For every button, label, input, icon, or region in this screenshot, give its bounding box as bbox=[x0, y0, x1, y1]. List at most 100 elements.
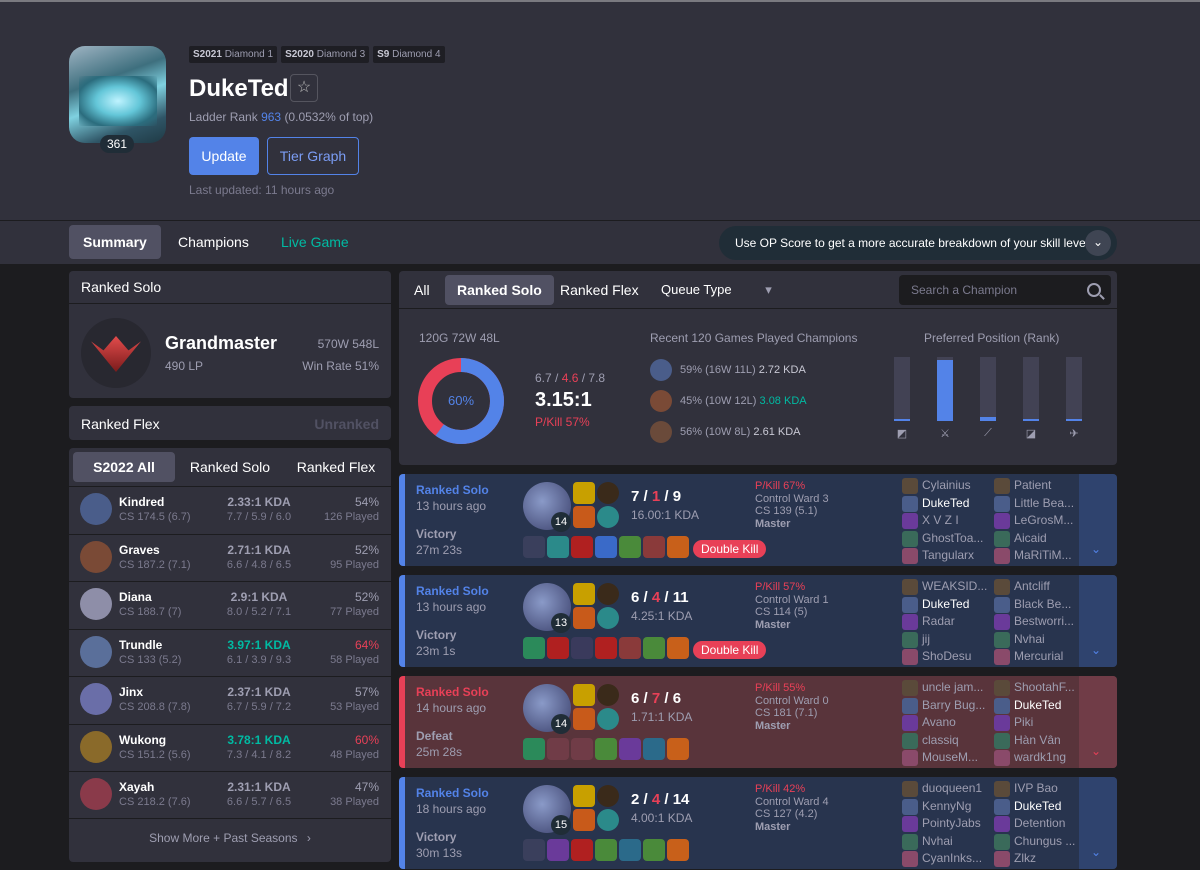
participant[interactable]: Little Bea... bbox=[994, 495, 1084, 513]
participant[interactable]: Nvhai bbox=[902, 833, 992, 851]
participant-name[interactable]: LeGrosM... bbox=[1014, 513, 1073, 527]
participant[interactable]: uncle jam... bbox=[902, 679, 992, 697]
tab-champ-ranked-solo[interactable]: Ranked Solo bbox=[181, 452, 279, 482]
participant[interactable]: Mercurial bbox=[994, 648, 1084, 666]
participant[interactable]: Cylainius bbox=[902, 477, 992, 495]
match-card[interactable]: Ranked Solo 18 hours ago Victory 30m 13s… bbox=[399, 777, 1117, 869]
match-expand-button[interactable]: ⌄ bbox=[1079, 575, 1117, 667]
participant-name[interactable]: DukeTed bbox=[922, 496, 969, 510]
match-expand-button[interactable]: ⌄ bbox=[1079, 777, 1117, 869]
champion-portrait-icon[interactable] bbox=[80, 730, 112, 763]
participant-name[interactable]: classiq bbox=[922, 733, 959, 747]
participant[interactable]: ShootahF... bbox=[994, 679, 1084, 697]
participant-name[interactable]: MouseM... bbox=[922, 750, 978, 764]
participant-name[interactable]: WEAKSID... bbox=[922, 579, 987, 593]
participant[interactable]: Black Be... bbox=[994, 596, 1084, 614]
participant-name[interactable]: CyanInks... bbox=[922, 851, 982, 865]
participant[interactable]: Nvhai bbox=[994, 631, 1084, 649]
match-expand-button[interactable]: ⌄ bbox=[1079, 474, 1117, 566]
match-expand-button[interactable]: ⌄ bbox=[1079, 676, 1117, 768]
participant[interactable]: Bestworri... bbox=[994, 613, 1084, 631]
participant[interactable]: GhostToa... bbox=[902, 530, 992, 548]
participant-name[interactable]: Tangularx bbox=[922, 548, 974, 562]
participant[interactable]: MouseM... bbox=[902, 749, 992, 767]
tab-queue-ranked-flex[interactable]: Ranked Flex bbox=[548, 275, 651, 305]
participant-name[interactable]: Barry Bug... bbox=[922, 698, 985, 712]
participant-name[interactable]: X V Z I bbox=[922, 513, 959, 527]
participant[interactable]: wardk1ng bbox=[994, 749, 1084, 767]
tab-summary[interactable]: Summary bbox=[69, 225, 161, 259]
participant[interactable]: Patient bbox=[994, 477, 1084, 495]
participant[interactable]: Chungus ... bbox=[994, 833, 1084, 851]
match-card[interactable]: Ranked Solo 13 hours ago Victory 27m 23s… bbox=[399, 474, 1117, 566]
participant[interactable]: duoqueen1 bbox=[902, 780, 992, 798]
tab-s2022-all[interactable]: S2022 All bbox=[73, 452, 175, 482]
participant[interactable]: Zlkz bbox=[994, 850, 1084, 868]
champion-name[interactable]: Trundle bbox=[119, 638, 162, 652]
champion-name[interactable]: Xayah bbox=[119, 780, 154, 794]
champion-row[interactable]: Kindred CS 174.5 (6.7) 2.33:1 KDA 7.7 / … bbox=[69, 486, 391, 534]
tab-champ-ranked-flex[interactable]: Ranked Flex bbox=[285, 452, 387, 482]
participant-name[interactable]: Patient bbox=[1014, 478, 1051, 492]
participant[interactable]: LeGrosM... bbox=[994, 512, 1084, 530]
champion-portrait-icon[interactable] bbox=[80, 493, 112, 525]
participant-name[interactable]: Cylainius bbox=[922, 478, 971, 492]
participant-name[interactable]: DukeTed bbox=[1014, 698, 1061, 712]
participant-name[interactable]: IVP Bao bbox=[1014, 781, 1058, 795]
participant-name[interactable]: Mercurial bbox=[1014, 649, 1063, 663]
champion-name[interactable]: Graves bbox=[119, 543, 160, 557]
champion-portrait-icon[interactable] bbox=[80, 635, 112, 668]
participant-name[interactable]: PointyJabs bbox=[922, 816, 981, 830]
participant-name[interactable]: Bestworri... bbox=[1014, 614, 1074, 628]
champion-name[interactable]: Diana bbox=[119, 590, 152, 604]
participant[interactable]: jij bbox=[902, 631, 992, 649]
participant[interactable]: DukeTed bbox=[994, 798, 1084, 816]
participant[interactable]: WEAKSID... bbox=[902, 578, 992, 596]
champion-row[interactable]: Xayah CS 218.2 (7.6) 2.31:1 KDA 6.6 / 5.… bbox=[69, 771, 391, 819]
participant-name[interactable]: Antcliff bbox=[1014, 579, 1050, 593]
participant-name[interactable]: Nvhai bbox=[1014, 632, 1045, 646]
champion-search-input[interactable]: Search a Champion bbox=[899, 275, 1111, 305]
tab-queue-all[interactable]: All bbox=[402, 275, 442, 305]
participant-name[interactable]: Little Bea... bbox=[1014, 496, 1074, 510]
participant-name[interactable]: Aicaid bbox=[1014, 531, 1047, 545]
participant-name[interactable]: Radar bbox=[922, 614, 955, 628]
participant[interactable]: X V Z I bbox=[902, 512, 992, 530]
participant-name[interactable]: Chungus ... bbox=[1014, 834, 1075, 848]
tab-queue-ranked-solo[interactable]: Ranked Solo bbox=[445, 275, 554, 305]
participant[interactable]: DukeTed bbox=[902, 596, 992, 614]
participant-name[interactable]: GhostToa... bbox=[922, 531, 983, 545]
participant-name[interactable]: ShootahF... bbox=[1014, 680, 1075, 694]
participant-name[interactable]: Black Be... bbox=[1014, 597, 1071, 611]
ladder-rank-value[interactable]: 963 bbox=[261, 110, 281, 124]
participant-name[interactable]: wardk1ng bbox=[1014, 750, 1066, 764]
champion-row[interactable]: Jinx CS 208.8 (7.8) 2.37:1 KDA 6.7 / 5.9… bbox=[69, 676, 391, 724]
participant[interactable]: Piki bbox=[994, 714, 1084, 732]
participant-name[interactable]: DukeTed bbox=[1014, 799, 1061, 813]
participant-name[interactable]: Detention bbox=[1014, 816, 1065, 830]
participant[interactable]: KennyNg bbox=[902, 798, 992, 816]
champion-row[interactable]: Trundle CS 133 (5.2) 3.97:1 KDA 6.1 / 3.… bbox=[69, 628, 391, 676]
tab-live-game[interactable]: Live Game bbox=[267, 225, 363, 259]
participant[interactable]: IVP Bao bbox=[994, 780, 1084, 798]
participant-name[interactable]: KennyNg bbox=[922, 799, 971, 813]
queue-type-select[interactable]: Queue Type ▾ bbox=[649, 275, 784, 305]
participant[interactable]: Detention bbox=[994, 815, 1084, 833]
champion-name[interactable]: Wukong bbox=[119, 733, 166, 747]
participant[interactable]: Antcliff bbox=[994, 578, 1084, 596]
search-icon[interactable] bbox=[1087, 283, 1101, 297]
participant[interactable]: Radar bbox=[902, 613, 992, 631]
participant[interactable]: Aicaid bbox=[994, 530, 1084, 548]
participant[interactable]: DukeTed bbox=[994, 697, 1084, 715]
participant-name[interactable]: uncle jam... bbox=[922, 680, 983, 694]
update-button[interactable]: Update bbox=[189, 137, 259, 175]
favorite-star-icon[interactable]: ☆ bbox=[290, 74, 318, 102]
participant[interactable]: Avano bbox=[902, 714, 992, 732]
opscore-banner[interactable]: Use OP Score to get a more accurate brea… bbox=[719, 226, 1117, 260]
participant-name[interactable]: jij bbox=[922, 632, 930, 646]
match-card[interactable]: Ranked Solo 14 hours ago Defeat 25m 28s … bbox=[399, 676, 1117, 768]
participant[interactable]: DukeTed bbox=[902, 495, 992, 513]
champion-name[interactable]: Jinx bbox=[119, 685, 143, 699]
participant-name[interactable]: ShoDesu bbox=[922, 649, 971, 663]
participant-name[interactable]: Nvhai bbox=[922, 834, 953, 848]
